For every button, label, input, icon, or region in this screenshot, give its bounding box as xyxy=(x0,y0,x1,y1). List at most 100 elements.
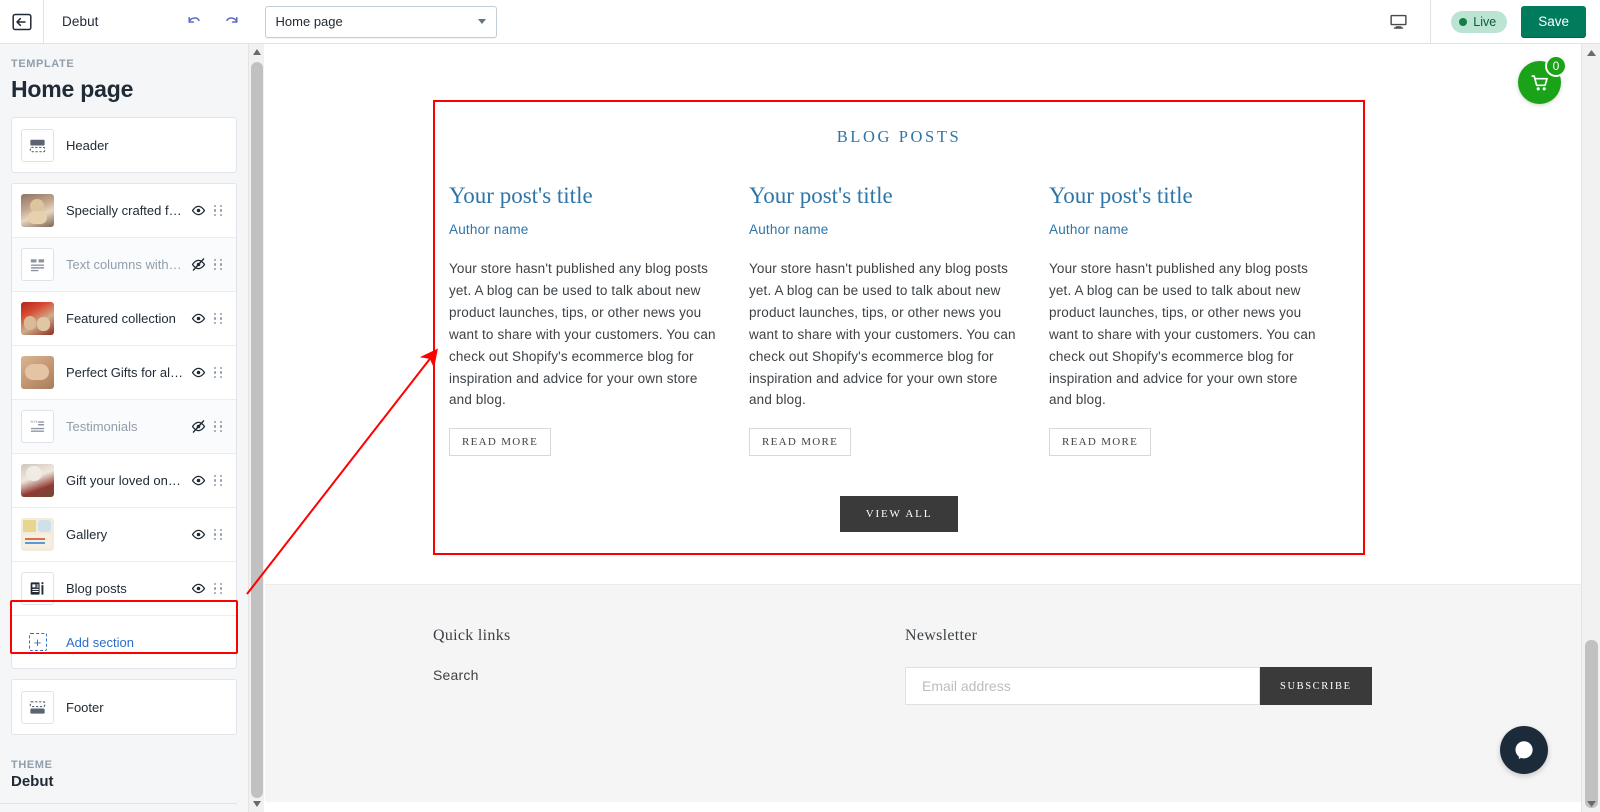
eye-icon[interactable] xyxy=(189,202,208,219)
subscribe-button[interactable]: SUBSCRIBE xyxy=(1260,667,1372,705)
sidebar-item-footer[interactable]: Footer xyxy=(12,680,236,734)
blog-post-card: Your post's title Author name Your store… xyxy=(1049,183,1349,457)
blog-post-author: Author name xyxy=(1049,222,1129,238)
eye-icon[interactable] xyxy=(189,472,208,489)
blog-post-title[interactable]: Your post's title xyxy=(749,183,1021,208)
sidebar-item-specially-crafted[interactable]: Specially crafted for… xyxy=(12,184,236,238)
theme-footer: THEME Debut xyxy=(0,745,248,790)
bear-chair-photo xyxy=(21,464,54,497)
eye-icon[interactable] xyxy=(189,364,208,381)
sidebar-item-featured-collection[interactable]: Featured collection xyxy=(12,292,236,346)
top-toolbar: Debut Home page Live Save xyxy=(0,0,1600,44)
footer-layout-icon xyxy=(21,690,54,724)
theme-name-label: Debut xyxy=(62,14,99,29)
undo-redo-group xyxy=(183,11,243,33)
header-layout-icon xyxy=(21,128,54,162)
sidebar-item-label: Featured collection xyxy=(66,311,176,326)
sidebar-item-perfect-gifts[interactable]: Perfect Gifts for all … xyxy=(12,346,236,400)
blog-post-title[interactable]: Your post's title xyxy=(1049,183,1321,208)
drag-handle-icon[interactable] xyxy=(208,366,228,379)
chat-bubble-icon xyxy=(1515,741,1533,759)
storefront-footer: Quick links Search Newsletter SUBSCRIBE xyxy=(265,584,1581,812)
teddy-bear-photo xyxy=(21,194,54,227)
add-section-button[interactable]: + Add section xyxy=(12,616,236,668)
eye-icon[interactable] xyxy=(189,526,208,543)
quick-links-heading: Quick links xyxy=(433,627,511,644)
top-toolbar-right: Live Save xyxy=(1367,0,1600,43)
quote-icon: ““ xyxy=(21,410,54,443)
cart-count-badge: 0 xyxy=(1545,55,1567,77)
theme-preview-frame: 0 BLOG POSTS Your post's title Author na… xyxy=(265,44,1581,812)
status-badge: Live xyxy=(1451,10,1508,33)
theme-label: THEME xyxy=(11,759,53,771)
drag-handle-icon[interactable] xyxy=(208,204,228,217)
page-selector[interactable]: Home page xyxy=(264,5,497,38)
scroll-down-arrow-icon[interactable] xyxy=(249,796,265,812)
scroll-down-arrow-icon[interactable] xyxy=(1582,795,1600,812)
back-arrow-icon xyxy=(11,13,32,30)
sidebar-scrollbar[interactable] xyxy=(248,44,264,812)
gallery-grid-photo xyxy=(21,518,54,551)
read-more-button[interactable]: READ MORE xyxy=(449,428,552,457)
preview-bottom-edge xyxy=(265,802,1581,812)
footer-link-search[interactable]: Search xyxy=(433,667,905,683)
sidebar-item-label: Specially crafted for… xyxy=(66,203,189,218)
view-all-button[interactable]: VIEW ALL xyxy=(839,496,959,533)
add-square-icon: + xyxy=(21,626,54,659)
sections-sidebar: TEMPLATE Home page Header Specially craf… xyxy=(0,44,248,812)
blog-post-title[interactable]: Your post's title xyxy=(449,183,721,208)
email-field[interactable] xyxy=(905,667,1260,705)
template-label: TEMPLATE xyxy=(11,58,75,70)
redo-icon xyxy=(225,16,238,23)
eye-off-icon[interactable] xyxy=(189,256,208,273)
chat-widget-button[interactable] xyxy=(1500,726,1548,774)
eye-icon[interactable] xyxy=(189,310,208,327)
save-button[interactable]: Save xyxy=(1521,5,1586,38)
drag-handle-icon[interactable] xyxy=(208,474,228,487)
page-selector-value: Home page xyxy=(275,14,343,29)
sidebar-item-header[interactable]: Header xyxy=(12,118,236,172)
drag-handle-icon[interactable] xyxy=(208,582,228,595)
eye-icon[interactable] xyxy=(189,580,208,597)
footer-quick-links-column: Quick links Search xyxy=(433,627,905,705)
scroll-up-arrow-icon[interactable] xyxy=(249,44,265,60)
live-dot-icon xyxy=(1459,17,1468,26)
sidebar-item-gallery[interactable]: Gallery xyxy=(12,508,236,562)
preview-scrollbar[interactable] xyxy=(1581,44,1600,812)
drag-handle-icon[interactable] xyxy=(208,258,228,271)
red-bears-photo xyxy=(21,302,54,335)
sidebar-item-gift-your-loved-ones[interactable]: Gift your loved ones! xyxy=(12,454,236,508)
sidebar-item-label: Testimonials xyxy=(66,419,138,434)
chevron-down-icon xyxy=(477,19,486,24)
read-more-button[interactable]: READ MORE xyxy=(1049,428,1152,457)
sidebar-scrollbar-thumb[interactable] xyxy=(251,62,263,798)
preview-scrollbar-thumb[interactable] xyxy=(1585,640,1598,808)
drag-handle-icon[interactable] xyxy=(208,528,228,541)
blog-post-excerpt: Your store hasn't published any blog pos… xyxy=(749,261,1016,408)
sidebar-item-testimonials[interactable]: ““ Testimonials xyxy=(12,400,236,454)
drag-handle-icon[interactable] xyxy=(208,312,228,325)
drag-handle-icon[interactable] xyxy=(208,420,228,433)
blog-post-author: Author name xyxy=(749,222,829,238)
sidebar-item-blog-posts[interactable]: Blog posts xyxy=(12,562,236,616)
redo-button[interactable] xyxy=(221,11,243,33)
undo-icon xyxy=(187,16,200,23)
text-columns-icon xyxy=(21,248,54,281)
cart-button[interactable]: 0 xyxy=(1518,55,1567,104)
back-button[interactable] xyxy=(0,0,44,43)
newsletter-heading: Newsletter xyxy=(905,627,978,644)
section-group-body: Specially crafted for… Text columns with… xyxy=(11,183,237,669)
sidebar-item-label: Text columns with i… xyxy=(66,257,189,272)
sidebar-item-text-columns[interactable]: Text columns with i… xyxy=(12,238,236,292)
read-more-button[interactable]: READ MORE xyxy=(749,428,852,457)
blog-post-excerpt: Your store hasn't published any blog pos… xyxy=(449,261,716,408)
page-title: Home page xyxy=(11,76,134,102)
blog-post-author: Author name xyxy=(449,222,529,238)
eye-off-icon[interactable] xyxy=(189,418,208,435)
device-preview-button[interactable] xyxy=(1367,0,1432,43)
scroll-up-arrow-icon[interactable] xyxy=(1582,44,1600,61)
newsletter-form: SUBSCRIBE xyxy=(905,667,1372,705)
section-group-header: Header xyxy=(11,117,237,173)
section-group-footer: Footer xyxy=(11,679,237,735)
undo-button[interactable] xyxy=(183,11,205,33)
